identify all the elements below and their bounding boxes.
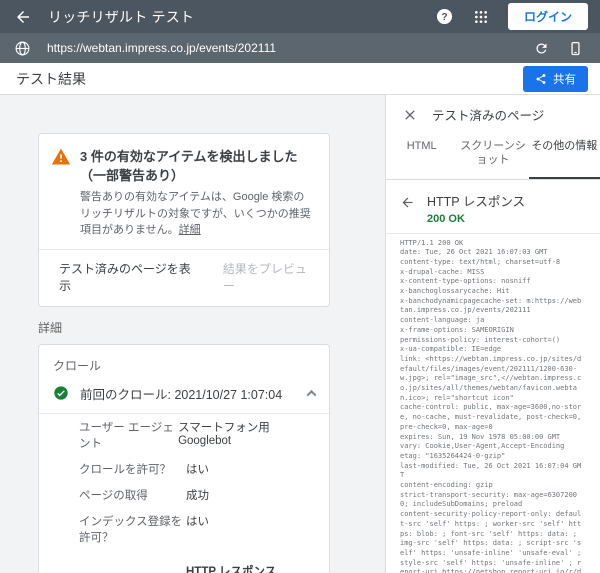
login-button[interactable]: ログイン [508,3,588,30]
page-header: テスト結果 共有 [0,63,600,95]
back-arrow-icon[interactable] [14,8,32,26]
share-icon [535,73,547,85]
crawl-row-label: ユーザー エージェント [79,419,178,451]
crawl-row-label: インデックス登録を許可？ [79,513,186,545]
last-crawl-text: 前回のクロール: 2021/10/27 1:07:04 [80,384,308,403]
crawl-card: クロール 前回のクロール: 2021/10/27 1:07:04 ユーザー エー… [38,344,330,573]
http-response-link[interactable]: HTTP レスポンス [186,566,276,573]
help-icon[interactable]: ? [432,4,458,30]
close-icon[interactable] [402,107,418,123]
summary-body: 警告ありの有効なアイテムは、Google 検索のリッチリザルトの対象ですが、いく… [80,189,315,239]
crawl-row-value: はい [186,461,209,477]
drawer-title: テスト済みのページ [432,105,544,124]
warning-icon [51,147,71,167]
svg-text:?: ? [442,12,448,23]
crawl-row: インデックス登録を許可？ はい [39,508,329,550]
drawer-tabs: HTML スクリーンショット その他の情報 [386,132,600,180]
crawl-row: ページの取得 成功 [39,482,329,508]
summary-card: 3 件の有効なアイテムを検出しました（一部警告あり） 警告ありの有効なアイテムは… [38,133,330,307]
details-link[interactable]: 詳細 [179,224,201,236]
crawl-card-label: クロール [39,345,329,382]
http-response-title: HTTP レスポンス [427,191,525,210]
url-text[interactable]: https://webtan.impress.co.jp/events/2021… [47,41,520,55]
url-bar: https://webtan.impress.co.jp/events/2021… [0,33,600,63]
refresh-icon[interactable] [528,35,554,61]
success-check-icon [53,385,69,401]
collapse-chevron-icon[interactable] [307,389,317,399]
crawl-row-value: はい [186,513,209,545]
preview-results-button[interactable]: 結果をプレビュー [223,260,315,294]
crawl-row-value: 成功 [186,487,209,503]
crawl-row-label: クロールを許可？ [79,461,186,477]
summary-title: 3 件の有効なアイテムを検出しました（一部警告あり） [80,146,315,184]
share-button[interactable]: 共有 [523,66,588,92]
share-button-label: 共有 [553,71,576,87]
page-title: テスト結果 [16,69,86,89]
view-tested-page-button[interactable]: テスト済みのページを表示 [59,260,197,294]
back-arrow-icon[interactable] [400,195,415,210]
results-panel: 3 件の有効なアイテムを検出しました（一部警告あり） 警告ありの有効なアイテムは… [0,95,385,573]
tab-html[interactable]: HTML [386,132,457,179]
crawl-row: ユーザー エージェント スマートフォン用 Googlebot [39,414,329,456]
crawl-row-label: ページの取得 [79,487,186,503]
crawl-row-value: スマートフォン用 Googlebot [178,419,315,451]
tab-more-info[interactable]: その他の情報 [529,132,600,179]
smartphone-icon[interactable] [562,35,588,61]
tested-page-drawer: テスト済みのページ HTML スクリーンショット その他の情報 HTTP レスポ… [385,95,600,573]
app-topbar: リッチリザルト テスト ? ログイン [0,0,600,33]
app-title: リッチリザルト テスト [48,7,194,27]
globe-icon [14,40,31,57]
tab-screenshot[interactable]: スクリーンショット [457,132,528,179]
crawl-row: クロールを許可？ はい [39,456,329,482]
details-section-label: 詳細 [38,319,385,336]
http-response-headers: HTTP/1.1 200 OK date: Tue, 26 Oct 2021 1… [386,234,596,573]
apps-grid-icon[interactable] [468,4,494,30]
http-status-badge: 200 OK [427,213,525,225]
